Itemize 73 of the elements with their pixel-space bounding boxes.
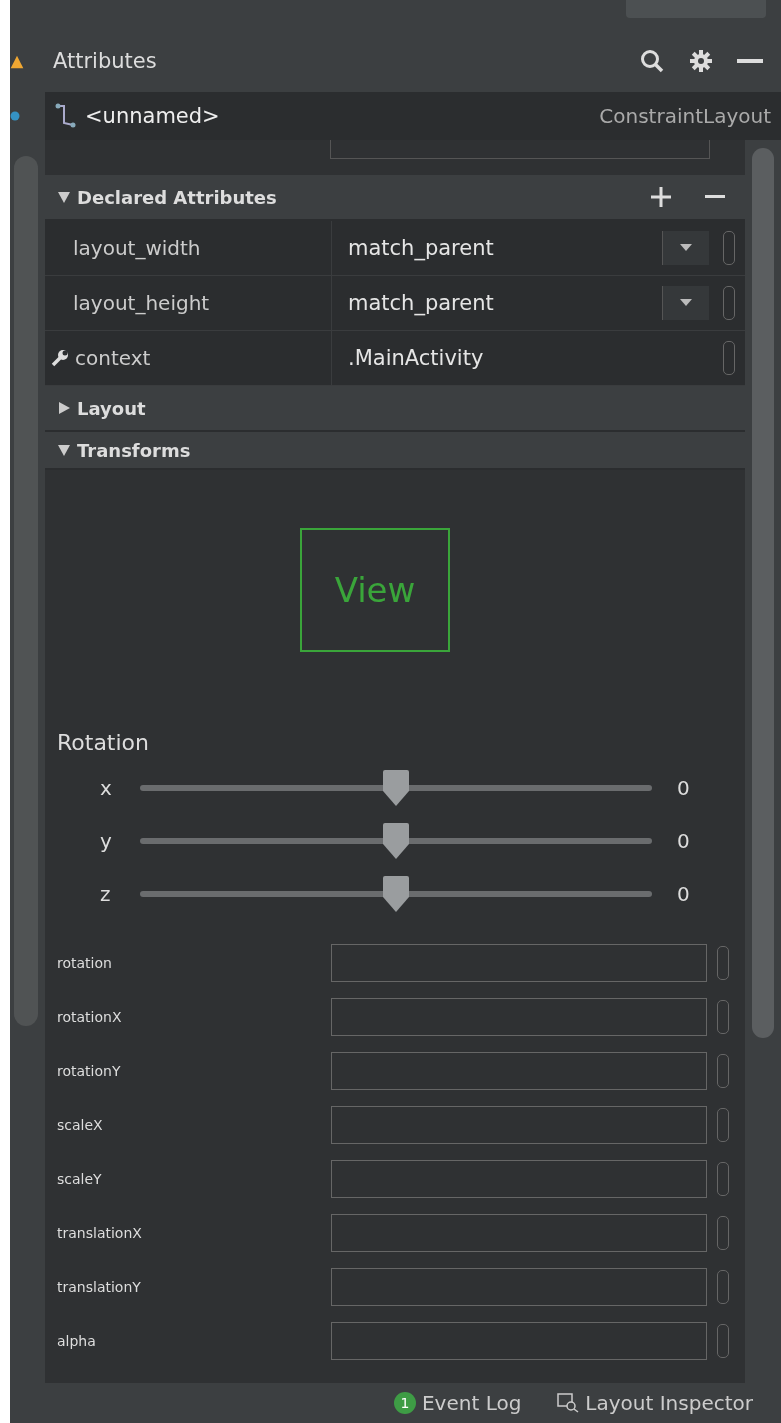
- inspector-icon[interactable]: [557, 1393, 580, 1413]
- section-header[interactable]: Transforms: [45, 432, 745, 470]
- section-title: Layout: [77, 397, 147, 419]
- property-name: alpha: [57, 1333, 97, 1349]
- attribute-value[interactable]: .MainActivity: [348, 346, 723, 370]
- attribute-value[interactable]: match_parent: [348, 236, 662, 260]
- property-field[interactable]: [331, 1268, 707, 1306]
- caret-icon: [680, 244, 692, 252]
- view-preview: View: [300, 528, 450, 652]
- event-log-button[interactable]: Event Log: [422, 1391, 522, 1415]
- property-field[interactable]: [331, 1214, 707, 1252]
- axis-label: z: [100, 881, 112, 906]
- slider-value: 0: [677, 881, 690, 906]
- resource-picker[interactable]: [717, 1324, 729, 1358]
- property-field[interactable]: [331, 1160, 707, 1198]
- resource-picker[interactable]: [723, 286, 735, 320]
- section-title: Declared Attributes: [77, 186, 278, 208]
- expand-arrow-icon: [57, 190, 71, 204]
- slider[interactable]: [140, 821, 652, 860]
- resource-picker[interactable]: [717, 946, 729, 980]
- scrollbar-thumb[interactable]: [752, 148, 774, 1038]
- axis-label: y: [100, 828, 113, 853]
- section-title: Transforms: [77, 439, 192, 461]
- search-icon[interactable]: [639, 48, 665, 74]
- layout-inspector-button[interactable]: Layout Inspector: [585, 1391, 753, 1415]
- resource-picker[interactable]: [723, 341, 735, 375]
- property-name: translationY: [57, 1279, 142, 1295]
- property-name: scaleY: [57, 1171, 103, 1187]
- property-field[interactable]: [331, 1322, 707, 1360]
- attribute-name: context: [75, 346, 151, 370]
- property-name: rotationY: [57, 1063, 122, 1079]
- property-field[interactable]: [331, 1052, 707, 1090]
- rotation-title: Rotation: [56, 730, 150, 755]
- resource-picker[interactable]: [717, 1270, 729, 1304]
- slider[interactable]: [140, 874, 652, 913]
- component-icon: [55, 103, 77, 129]
- dropdown-button[interactable]: [662, 231, 709, 265]
- slider-thumb[interactable]: [382, 768, 410, 807]
- property-name: translationX: [57, 1225, 143, 1241]
- panel-title: Attributes: [53, 49, 158, 73]
- attribute-value[interactable]: match_parent: [348, 291, 662, 315]
- section-header[interactable]: Layout: [45, 386, 745, 432]
- resource-picker[interactable]: [717, 1054, 729, 1088]
- property-field[interactable]: [331, 998, 707, 1036]
- resource-picker[interactable]: [717, 1216, 729, 1250]
- slider-value: 0: [677, 775, 690, 800]
- caret-icon: [680, 299, 692, 307]
- resource-picker[interactable]: [723, 231, 735, 265]
- property-field[interactable]: [331, 944, 707, 982]
- event-count-badge: 1: [394, 1392, 416, 1414]
- expand-arrow-icon: [57, 443, 71, 457]
- dropdown-button[interactable]: [662, 286, 709, 320]
- component-name: <unnamed>: [85, 104, 220, 128]
- property-name: scaleX: [57, 1117, 104, 1133]
- slider-thumb[interactable]: [382, 874, 410, 913]
- section-header[interactable]: Declared Attributes: [45, 175, 745, 221]
- slider[interactable]: [140, 768, 652, 807]
- property-field[interactable]: [331, 1106, 707, 1144]
- resource-picker[interactable]: [717, 1000, 729, 1034]
- slider-thumb[interactable]: [382, 821, 410, 860]
- expand-arrow-icon: [57, 401, 71, 415]
- attribute-name: layout_height: [72, 291, 210, 315]
- component-type: ConstraintLayout: [599, 104, 771, 128]
- id-field[interactable]: [330, 140, 710, 159]
- remove-icon[interactable]: [705, 195, 725, 199]
- property-name: rotation: [57, 955, 113, 971]
- axis-label: x: [100, 775, 113, 800]
- attribute-name: layout_width: [72, 236, 201, 260]
- resource-picker[interactable]: [717, 1162, 729, 1196]
- resource-picker[interactable]: [717, 1108, 729, 1142]
- add-icon[interactable]: [651, 187, 671, 207]
- slider-value: 0: [677, 828, 690, 853]
- property-name: rotationX: [57, 1009, 123, 1025]
